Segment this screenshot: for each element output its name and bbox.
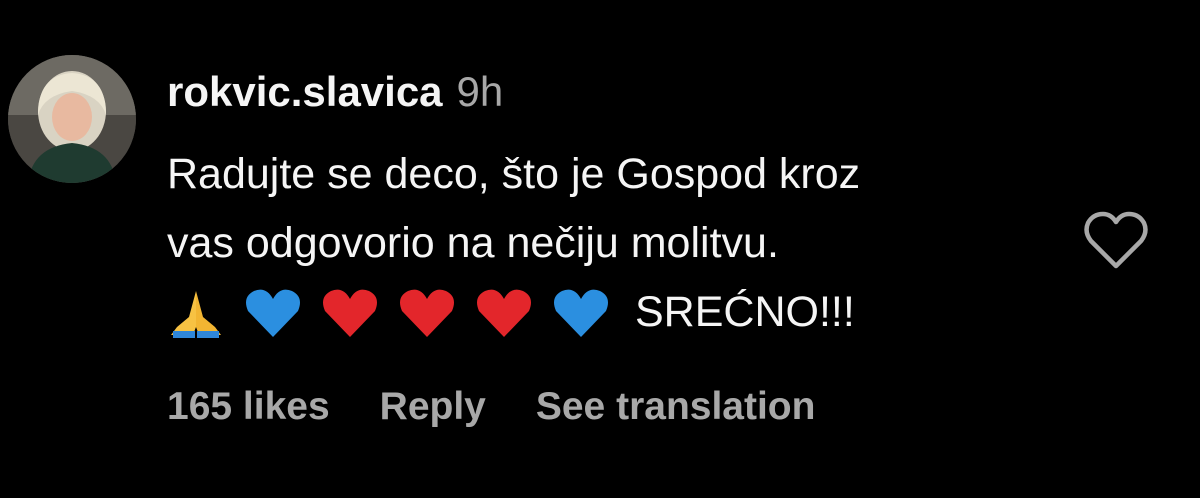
reply-button[interactable]: Reply: [380, 385, 486, 429]
like-button[interactable]: [1083, 210, 1149, 272]
comment-actions: 165 likes Reply See translation: [167, 385, 865, 429]
heart-outline-icon: [1084, 211, 1148, 269]
timestamp[interactable]: 9h: [457, 68, 504, 116]
comment-item: rokvic.slavica 9h Radujte se deco, što j…: [0, 0, 1200, 498]
see-translation-button[interactable]: See translation: [536, 385, 816, 429]
blue-heart-emoji-icon: [244, 287, 302, 339]
avatar[interactable]: [8, 55, 136, 183]
folded-hands-emoji-icon: [167, 287, 225, 339]
red-heart-emoji-icon: [321, 287, 379, 339]
comment-header: rokvic.slavica 9h: [167, 68, 503, 124]
avatar-image: [8, 55, 136, 183]
likes-count[interactable]: 165 likes: [167, 385, 330, 429]
comment-closing-text: SREĆNO!!!: [635, 288, 855, 336]
red-heart-emoji-icon: [475, 287, 533, 339]
comment-text-line: vas odgovorio na nečiju molitvu.: [167, 219, 779, 267]
comment-text: Radujte se deco, što je Gospod kroz vas …: [167, 140, 1067, 347]
blue-heart-emoji-icon: [552, 287, 610, 339]
emoji-row: SREĆNO!!!: [167, 278, 1067, 347]
username-link[interactable]: rokvic.slavica: [167, 68, 443, 116]
comment-text-line: Radujte se deco, što je Gospod kroz: [167, 150, 861, 198]
red-heart-emoji-icon: [398, 287, 456, 339]
